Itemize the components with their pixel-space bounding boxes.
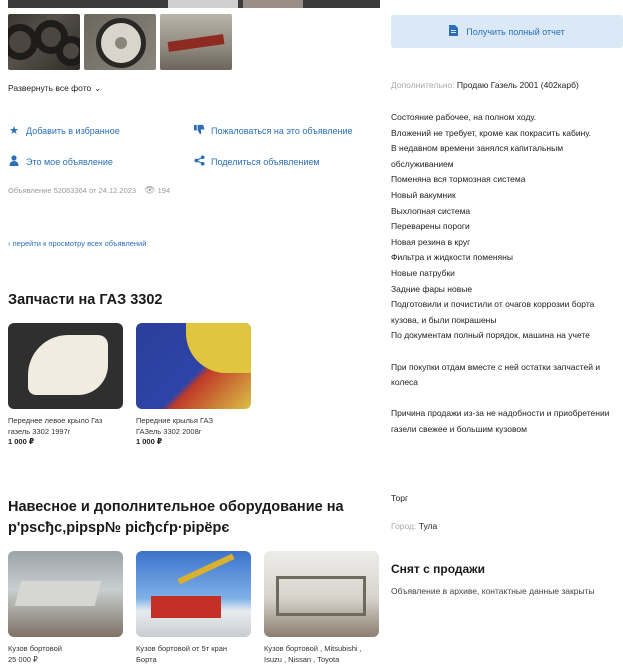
part-price: 1 000 ₽ xyxy=(136,437,163,446)
city-info: Город: Тула xyxy=(391,521,437,531)
user-icon xyxy=(8,155,20,169)
description-line: Переварены пороги xyxy=(391,221,470,232)
part-price: 1 000 ₽ xyxy=(8,437,35,446)
ad-description: Состояние рабочее, на полном ходу. Вложен… xyxy=(391,110,623,437)
chevron-left-icon: ‹ xyxy=(8,239,11,248)
add-favorite-label: Добавить в избранное xyxy=(26,125,120,136)
wheel-photo[interactable] xyxy=(84,14,156,70)
description-line: В недавном времени занялся капитальным о… xyxy=(391,143,564,169)
parts-section-title: Запчасти на ГАЗ 3302 xyxy=(8,292,163,308)
part-image xyxy=(8,323,123,409)
my-ad-link[interactable]: Это мое объявление xyxy=(8,155,113,169)
share-link[interactable]: Поделиться объявлением xyxy=(193,155,320,169)
eye-icon: 👁 xyxy=(144,185,156,195)
back-link-label: перейти к просмотру всех объявлений xyxy=(12,239,147,248)
equipment-card[interactable]: Кузов бортовой от 5т кран Борта xyxy=(136,551,251,664)
my-ad-label: Это мое объявление xyxy=(26,157,113,167)
equipment-section-title: Навесное и дополнительное оборудование н… xyxy=(8,499,344,536)
back-to-ads-link[interactable]: ‹ перейти к просмотру всех объявлений xyxy=(8,239,146,248)
equipment-name: Кузов бортовой от 5т кран Борта xyxy=(136,644,228,664)
additional-value: Продаю Газель 2001 (402карб) xyxy=(456,80,579,90)
add-favorite-link[interactable]: ★ Добавить в избранное xyxy=(8,124,120,137)
trade-label: Торг xyxy=(391,493,409,503)
full-report-label: Получить полный отчет xyxy=(466,26,565,37)
document-icon xyxy=(449,24,459,39)
description-line: Новая резина в круг xyxy=(391,236,471,247)
part-card[interactable]: Переднее левое крыло Газ газель 3302 199… xyxy=(8,323,123,446)
ad-meta: Объявление 52063364 от 24.12.2023 👁 194 xyxy=(8,185,170,196)
photo-strip xyxy=(8,0,380,8)
equipment-name: Кузов бортовой , Mitsubishi , Isuzu , Ni… xyxy=(264,644,362,664)
additional-label: Дополнительно: xyxy=(391,80,455,90)
star-icon: ★ xyxy=(9,125,19,137)
part-name: Переднее левое крыло Газ газель 3302 199… xyxy=(8,416,103,436)
city-value: Тула xyxy=(418,521,438,531)
description-line: Причина продажи из-за не надобности и пр… xyxy=(391,408,610,434)
expand-photos-button[interactable]: Развернуть все фото ⌄ xyxy=(8,83,101,93)
complain-link[interactable]: Пожаловаться на это объявление xyxy=(193,124,353,138)
share-icon xyxy=(193,155,205,169)
removed-title: Снят с продажи xyxy=(391,562,486,576)
share-label: Поделиться объявлением xyxy=(211,157,320,167)
description-line: Фильтра и жидкости поменяны xyxy=(391,252,513,263)
description-line: Поменяна вся тормозная система xyxy=(391,174,526,185)
description-line: Состояние рабочее, на полном ходу. xyxy=(391,112,537,122)
part-card[interactable]: Передние крылья ГАЗ ГАЗель 3302 2008г 1 … xyxy=(136,323,251,446)
thumbs-down-icon xyxy=(193,124,205,138)
frame-photo[interactable] xyxy=(160,14,232,70)
tires-photo[interactable] xyxy=(8,14,80,70)
description-line: Вложений не требует, кроме как покрасить… xyxy=(391,127,592,138)
description-line: Новые патрубки xyxy=(391,267,455,278)
equipment-card[interactable]: Кузов бортовой , Mitsubishi , Isuzu , Ni… xyxy=(264,551,379,664)
removed-text: Объявление в архиве, контактные данные з… xyxy=(391,586,595,596)
equipment-name: Кузов бортовой 25 000 ₽ xyxy=(8,644,62,664)
description-line: Задние фары новые xyxy=(391,283,473,294)
part-image xyxy=(136,323,251,409)
city-label: Город: xyxy=(391,521,417,531)
published-date: Объявление 52063364 от 24.12.2023 xyxy=(8,186,137,195)
views-counter: 👁 194 xyxy=(144,185,170,196)
description-line: Новый вакумник xyxy=(391,189,456,200)
additional-info: Дополнительно: Продаю Газель 2001 (402ка… xyxy=(391,80,579,90)
photo-thumbnails xyxy=(8,14,232,70)
full-report-button[interactable]: Получить полный отчет xyxy=(391,15,623,48)
description-line: Выхлопная система xyxy=(391,205,471,216)
equipment-image xyxy=(136,551,251,637)
expand-photos-label: Развернуть все фото xyxy=(8,83,92,93)
description-line: Подготовили и почистили от очагов корроз… xyxy=(391,299,595,325)
equipment-image xyxy=(264,551,379,637)
description-line: По документам полный порядок, машина на … xyxy=(391,330,590,341)
chevron-down-icon: ⌄ xyxy=(94,83,101,93)
description-line: При покупки отдам вместе с ней остатки з… xyxy=(391,361,601,388)
equipment-card[interactable]: Кузов бортовой 25 000 ₽ xyxy=(8,551,123,664)
part-name: Передние крылья ГАЗ ГАЗель 3302 2008г xyxy=(136,416,213,436)
views-count: 194 xyxy=(157,186,171,195)
equipment-image xyxy=(8,551,123,637)
complain-label: Пожаловаться на это объявление xyxy=(211,126,353,136)
